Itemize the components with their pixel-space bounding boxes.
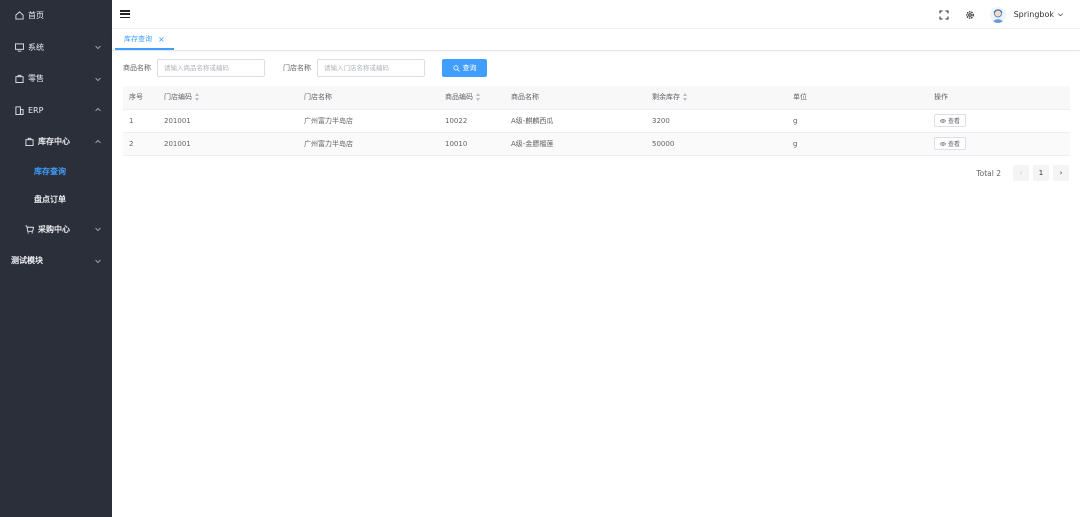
sidebar-item-purchase-center[interactable]: 采购中心 — [0, 214, 112, 246]
page-content: 商品名称 门店名称 查询 序号 门店编码 门店名 — [112, 51, 1080, 181]
tags-view: 库存查询 × — [112, 29, 1080, 51]
eye-icon — [940, 141, 946, 146]
monitor-icon — [14, 42, 24, 52]
sidebar-item-label: 采购中心 — [38, 224, 70, 234]
tag-inventory-query[interactable]: 库存查询 × — [115, 30, 174, 50]
chevron-down-icon — [95, 227, 101, 232]
avatar[interactable] — [989, 6, 1006, 23]
sidebar-item-test-module[interactable]: 测试模块 — [0, 245, 112, 277]
eye-icon — [940, 118, 946, 123]
table-row: 2 201001 广州富力半岛店 10010 A级-金膘榴莲 50000 g 查… — [123, 132, 1070, 156]
chevron-down-icon — [95, 77, 101, 81]
table-cell: 50000 — [646, 132, 787, 156]
column-header: 商品名称 — [505, 86, 646, 110]
column-header: 操作 — [928, 86, 1070, 110]
column-header: 门店名称 — [298, 86, 439, 110]
sidebar-item-label: 测试模块 — [11, 256, 43, 266]
table-cell: A级-麒麟西瓜 — [505, 109, 646, 133]
view-button-label: 查看 — [948, 118, 961, 125]
table-cell: 广州富力半岛店 — [298, 109, 439, 133]
store-name-input[interactable] — [317, 59, 425, 77]
view-button-label: 查看 — [948, 141, 961, 148]
column-header[interactable]: 门店编码 — [158, 86, 298, 110]
home-icon — [14, 11, 24, 21]
tag-label: 库存查询 — [124, 35, 152, 43]
store-name-label: 门店名称 — [283, 64, 311, 72]
table-cell: A级-金膘榴莲 — [505, 132, 646, 156]
filter-form: 商品名称 门店名称 查询 — [123, 54, 1069, 82]
main-area: Springbok 库存查询 × 商品名称 门店名称 查询 — [112, 0, 1080, 517]
box-icon — [24, 137, 34, 147]
chevron-down-icon — [95, 259, 101, 263]
product-name-input[interactable] — [157, 59, 265, 77]
navbar: Springbok — [112, 0, 1080, 29]
sidebar-item-label: ERP — [28, 105, 44, 115]
user-menu[interactable]: Springbok — [1014, 10, 1064, 19]
chevron-down-icon — [1058, 13, 1063, 17]
sort-icon[interactable] — [476, 93, 481, 102]
sort-icon[interactable] — [195, 93, 200, 102]
cart-icon — [24, 224, 34, 234]
table-header-row: 序号 门店编码 门店名称 商品编码 商品名称 剩余库存 单位 操作 — [123, 86, 1070, 110]
search-icon — [452, 64, 460, 72]
table-cell: 2 — [123, 132, 158, 156]
sort-icon[interactable] — [683, 93, 688, 102]
sidebar: 首页 系统 零售 ERP 库存中心 库存查询 盘点订单 采购中心 测试模块 — [0, 0, 112, 517]
sidebar-item-erp[interactable]: ERP — [0, 95, 112, 127]
column-header[interactable]: 剩余库存 — [646, 86, 787, 110]
navbar-right: Springbok — [924, 0, 1064, 29]
page-number-button[interactable]: 1 — [1033, 165, 1049, 181]
table-row: 1 201001 广州富力半岛店 10022 A级-麒麟西瓜 3200 g 查看 — [123, 109, 1070, 133]
table-cell: 201001 — [158, 132, 298, 156]
search-button-label: 查询 — [462, 64, 477, 72]
table-cell: 10010 — [439, 132, 505, 156]
hamburger-icon[interactable] — [120, 9, 130, 19]
column-header: 单位 — [787, 86, 928, 110]
chevron-up-icon — [95, 108, 101, 112]
sidebar-item-label: 零售 — [28, 74, 44, 84]
table-cell: 3200 — [646, 109, 787, 133]
fullscreen-icon[interactable] — [938, 9, 950, 21]
search-button[interactable]: 查询 — [442, 59, 487, 77]
chevron-down-icon — [95, 45, 101, 50]
table-cell: 广州富力半岛店 — [298, 132, 439, 156]
column-header: 序号 — [123, 86, 158, 110]
username-label: Springbok — [1013, 10, 1054, 19]
sidebar-item-label: 系统 — [28, 42, 44, 52]
sidebar-item-label: 盘点订单 — [34, 195, 66, 204]
sidebar-item-retail[interactable]: 零售 — [0, 63, 112, 95]
bag-icon — [14, 74, 24, 84]
building-icon — [14, 105, 24, 115]
table-cell: 查看 — [928, 109, 1070, 133]
table-cell: 1 — [123, 109, 158, 133]
sidebar-item-inventory-query[interactable]: 库存查询 — [0, 158, 112, 186]
view-button[interactable]: 查看 — [934, 114, 967, 127]
pagination: Total 2 ‹ 1 › — [976, 165, 1069, 181]
table-cell: 10022 — [439, 109, 505, 133]
product-name-label: 商品名称 — [123, 64, 151, 72]
table-cell: g — [787, 109, 928, 133]
pagination-total: Total 2 — [976, 168, 1001, 178]
chevron-up-icon — [95, 139, 101, 144]
sidebar-item-stocktake-orders[interactable]: 盘点订单 — [0, 186, 112, 214]
sidebar-item-home[interactable]: 首页 — [0, 0, 112, 32]
sidebar-item-label: 首页 — [28, 11, 44, 21]
sidebar-item-label: 库存中心 — [38, 137, 70, 147]
table-cell: 201001 — [158, 109, 298, 133]
next-page-button[interactable]: › — [1053, 165, 1069, 181]
table-cell: 查看 — [928, 132, 1070, 156]
sidebar-item-inventory-center[interactable]: 库存中心 — [0, 126, 112, 158]
table-cell: g — [787, 132, 928, 156]
view-button[interactable]: 查看 — [934, 137, 967, 150]
close-icon[interactable]: × — [158, 35, 165, 44]
inventory-table: 序号 门店编码 门店名称 商品编码 商品名称 剩余库存 单位 操作 1 2010… — [123, 86, 1070, 156]
column-header[interactable]: 商品编码 — [439, 86, 505, 110]
sidebar-item-label: 库存查询 — [34, 167, 66, 176]
gear-icon[interactable] — [964, 9, 976, 21]
prev-page-button[interactable]: ‹ — [1013, 165, 1029, 181]
sidebar-item-system[interactable]: 系统 — [0, 32, 112, 64]
